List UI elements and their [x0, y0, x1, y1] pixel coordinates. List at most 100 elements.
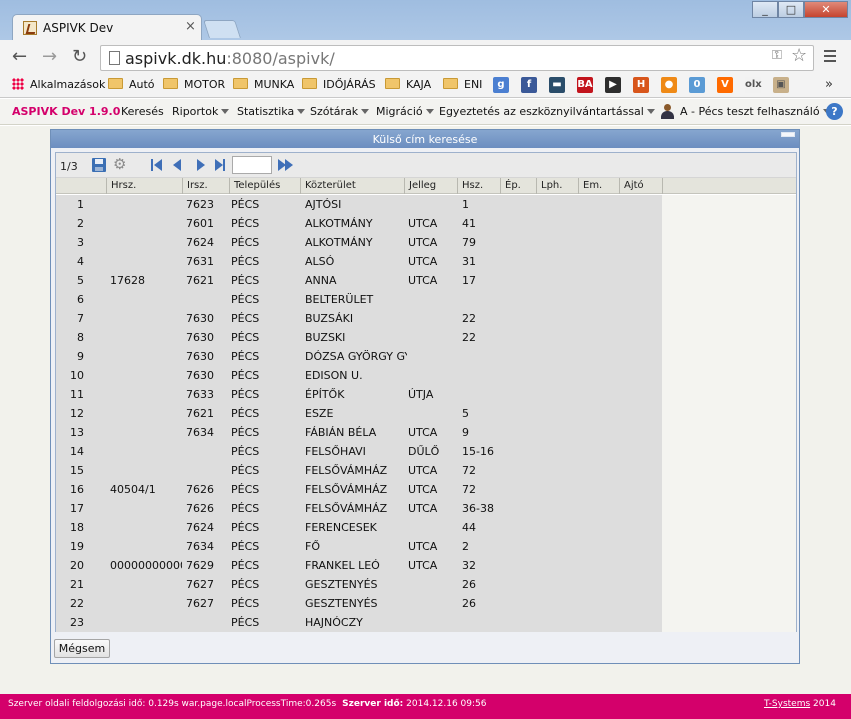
column-header-irsz[interactable]: Irsz.	[182, 178, 229, 194]
table-row[interactable]: 16 40504/1 7626 PÉCS FELSŐVÁMHÁZ UTCA 72	[56, 480, 662, 499]
table-row[interactable]: 12 7621 PÉCS ESZE 5	[56, 404, 662, 423]
more-bookmarks-icon[interactable]: »	[825, 77, 833, 92]
table-row[interactable]: 20 00000000000 7629 PÉCS FRANKEL LEÓ UTCA 32	[56, 556, 662, 575]
bookmark-apps[interactable]: Alkalmazások	[12, 78, 105, 91]
next-page-icon[interactable]	[197, 159, 205, 171]
close-window-button[interactable]: ✕	[804, 1, 848, 18]
cancel-button[interactable]: Mégsem	[54, 639, 110, 658]
table-row[interactable]: 11 7633 PÉCS ÉPÍTŐK ÚTJA	[56, 385, 662, 404]
dark-icon[interactable]: ▬	[549, 77, 565, 93]
table-row[interactable]: 10 7630 PÉCS EDISON U.	[56, 366, 662, 385]
table-row[interactable]: 1 7623 PÉCS AJTÓSI 1	[56, 195, 662, 214]
new-tab-button[interactable]	[203, 20, 241, 38]
menu-szotarak[interactable]: Szótárak	[310, 105, 370, 118]
forward-arrow-icon[interactable]: →	[42, 47, 57, 67]
menu-migracio[interactable]: Migráció	[376, 105, 434, 118]
cell-jelleg	[408, 195, 460, 214]
minimize-button[interactable]: _	[752, 1, 778, 18]
bookmark-folder-munka[interactable]: MUNKA	[233, 78, 294, 91]
menu-statisztika[interactable]: Statisztika	[237, 105, 306, 118]
bookmark-folder-motor[interactable]: MOTOR	[163, 78, 225, 91]
menu-riportok[interactable]: Riportok	[172, 105, 230, 118]
table-row[interactable]: 6 PÉCS BELTERÜLET	[56, 290, 662, 309]
o-icon[interactable]: 0	[689, 77, 705, 93]
box-icon[interactable]: ▣	[773, 77, 789, 93]
column-header-ajto[interactable]: Ajtó	[619, 178, 662, 194]
browser-menu-icon[interactable]	[824, 50, 836, 62]
table-row[interactable]: 17 7626 PÉCS FELSŐVÁMHÁZ UTCA 36-38	[56, 499, 662, 518]
bookmark-folder-eni[interactable]: ENI	[443, 78, 482, 91]
dialog-title: Külső cím keresése	[372, 133, 478, 146]
bookmark-star-icon[interactable]: ☆	[791, 45, 807, 66]
arrow-icon[interactable]: ▶	[605, 77, 621, 93]
table-row[interactable]: 7 7630 PÉCS BUZSÁKI 22	[56, 309, 662, 328]
table-row[interactable]: 4 7631 PÉCS ALSÓ UTCA 31	[56, 252, 662, 271]
row-number: 1	[77, 198, 84, 211]
column-header-jelleg[interactable]: Jelleg	[404, 178, 457, 194]
table-row[interactable]: 3 7624 PÉCS ALKOTMÁNY UTCA 79	[56, 233, 662, 252]
last-page-icon[interactable]	[215, 159, 223, 171]
bookmark-folder-kaja[interactable]: KAJA	[385, 78, 431, 91]
ba-icon[interactable]: BA	[577, 77, 593, 93]
table-row[interactable]: 5 17628 7621 PÉCS ANNA UTCA 17	[56, 271, 662, 290]
column-header-hsz[interactable]: Hsz.	[457, 178, 500, 194]
maximize-button[interactable]: □	[778, 1, 804, 18]
help-icon[interactable]: ?	[826, 103, 843, 120]
url-text[interactable]: aspivk.dk.hu:8080/aspivk/	[125, 49, 335, 68]
table-row[interactable]: 15 PÉCS FELSŐVÁMHÁZ UTCA 72	[56, 461, 662, 480]
cell-irsz: 7623	[186, 198, 214, 211]
h-icon[interactable]: H	[633, 77, 649, 93]
gear-icon[interactable]: ⚙	[113, 156, 126, 172]
cell-telepules: PÉCS	[231, 198, 260, 211]
cell-hsz: 5	[462, 407, 469, 420]
cell-kozterulet: ANNA	[305, 274, 337, 287]
bookmark-folder-auto[interactable]: Autó	[108, 78, 155, 91]
olx-icon[interactable]: olx	[745, 77, 762, 93]
table-row[interactable]: 18 7624 PÉCS FERENCESEK 44	[56, 518, 662, 537]
bookmark-folder-idojaras[interactable]: IDŐJÁRÁS	[302, 78, 376, 91]
cell-jelleg: DŰLŐ	[408, 445, 440, 458]
table-row[interactable]: 8 7630 PÉCS BUZSKI 22	[56, 328, 662, 347]
column-header-em[interactable]: Em.	[578, 178, 619, 194]
user-menu[interactable]: A - Pécs teszt felhasználó	[680, 105, 831, 118]
save-icon[interactable]	[92, 158, 106, 172]
menu-egyeztetes[interactable]: Egyeztetés az eszköznyilvántartással	[439, 105, 655, 118]
cell-hsz: 15-16	[462, 445, 494, 458]
menu-kereses[interactable]: Keresés	[121, 105, 164, 118]
table-row[interactable]: 14 PÉCS FELSŐHAVI DŰLŐ 15-16	[56, 442, 662, 461]
table-row[interactable]: 21 7627 PÉCS GESZTENYÉS 26	[56, 575, 662, 594]
table-row[interactable]: 9 7630 PÉCS DÓZSA GYÖRGY GY	[56, 347, 662, 366]
table-row[interactable]: 22 7627 PÉCS GESZTENYÉS 26	[56, 594, 662, 613]
reload-icon[interactable]: ↻	[72, 47, 87, 67]
facebook-icon[interactable]: f	[521, 77, 537, 93]
table-row[interactable]: 2 7601 PÉCS ALKOTMÁNY UTCA 41	[56, 214, 662, 233]
table-row[interactable]: 23 PÉCS HAJNÓCZY	[56, 613, 662, 632]
back-arrow-icon[interactable]: ←	[12, 47, 27, 67]
column-header-hrsz[interactable]: Hrsz.	[106, 178, 182, 194]
circle-icon[interactable]: ●	[661, 77, 677, 93]
prev-page-icon[interactable]	[173, 159, 181, 171]
cell-hsz: 41	[462, 217, 476, 230]
google-icon[interactable]: g	[493, 77, 509, 93]
collapse-icon[interactable]	[781, 132, 795, 137]
browser-tab[interactable]: ASPIVK Dev ×	[12, 14, 202, 41]
close-tab-icon[interactable]: ×	[185, 19, 196, 34]
column-header-ep[interactable]: Ép.	[500, 178, 536, 194]
key-icon[interactable]: ⚿	[772, 48, 782, 63]
page-number-input[interactable]	[232, 156, 272, 174]
column-header-telepules[interactable]: Település	[229, 178, 300, 194]
cell-kozterulet: BUZSÁKI	[305, 312, 354, 325]
column-header-lph[interactable]: Lph.	[536, 178, 578, 194]
first-page-icon[interactable]	[154, 159, 162, 171]
v-icon[interactable]: V	[717, 77, 733, 93]
table-row[interactable]: 19 7634 PÉCS FŐ UTCA 2	[56, 537, 662, 556]
go-page-icon[interactable]	[278, 159, 294, 171]
brand-link[interactable]: T-Systems	[764, 699, 810, 709]
address-bar[interactable]: aspivk.dk.hu:8080/aspivk/	[100, 45, 814, 71]
cell-hrsz	[110, 366, 182, 385]
row-number: 5	[77, 274, 84, 287]
table-row[interactable]: 13 7634 PÉCS FÁBIÁN BÉLA UTCA 9	[56, 423, 662, 442]
column-header-kozterulet[interactable]: Közterület	[300, 178, 404, 194]
cell-hsz: 2	[462, 540, 469, 553]
chevron-down-icon	[425, 109, 434, 114]
